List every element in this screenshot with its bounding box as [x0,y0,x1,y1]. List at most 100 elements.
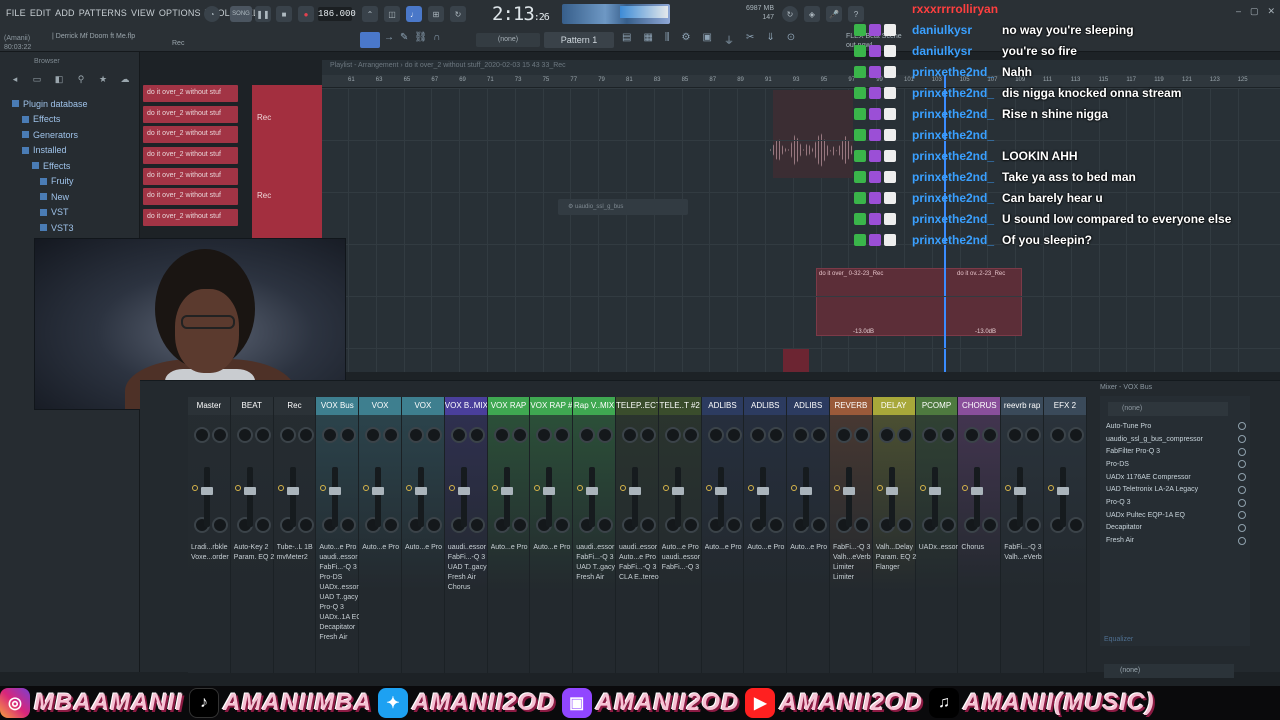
mix-knob-icon[interactable] [1238,460,1246,469]
route-toggle-icon[interactable] [320,485,327,491]
pan-knob[interactable] [707,427,724,443]
menu-view[interactable]: VIEW [131,8,155,18]
star-icon[interactable]: ★ [96,74,110,88]
pan-knob[interactable] [1068,427,1084,443]
pan-knob[interactable] [854,427,870,443]
song-mode-toggle[interactable]: SONG [230,6,252,22]
menu-patterns[interactable]: PATTERNS [79,8,127,18]
mixer-strip[interactable]: VOX B..MIX uaudi..essor FabFi...-Q 3 UAD … [444,397,488,673]
pan-knob[interactable] [554,427,571,443]
volume-fader[interactable] [671,467,684,527]
browser-item[interactable]: Installed [0,143,140,159]
mixer-strip-name[interactable]: PCOMP [915,397,958,415]
arrow-right-icon[interactable]: → [384,32,394,48]
record-button[interactable]: ● [298,6,314,22]
piano-roll-icon[interactable]: ▦ [643,32,652,48]
pan-knob[interactable] [768,427,785,443]
fader-cap[interactable] [800,487,813,495]
volume-fader[interactable] [500,467,513,527]
mixer-icon[interactable]: ⫼ [665,32,670,48]
pan-knob[interactable] [511,427,528,443]
volume-fader[interactable] [971,467,984,527]
fx-slot[interactable]: uaudio_ssl_g_bus_compressor [1106,433,1246,446]
stereo-knob[interactable] [340,517,357,533]
stereo-knob[interactable] [725,517,742,533]
pattern-clip[interactable]: do it over_2 without stuf [143,105,238,123]
stereo-knob[interactable] [768,517,785,533]
pan-knob[interactable] [322,427,339,443]
chat-username[interactable]: prinxethe2nd_ [912,233,1002,247]
metronome-button[interactable]: ⌃ [362,6,378,22]
route-toggle-icon[interactable] [662,485,669,491]
pan-knob[interactable] [212,427,228,443]
mixer-strip-name[interactable]: reevrb rap [1001,397,1043,415]
route-toggle-icon[interactable] [363,485,370,491]
stereo-knob[interactable] [511,517,528,533]
pan-knob[interactable] [640,427,656,443]
playlist-button[interactable] [360,32,380,48]
pan-knob[interactable] [340,427,357,443]
fx-slot[interactable]: Pro-DS [1106,458,1246,471]
volume-fader[interactable] [201,467,213,527]
mixer-strip-name[interactable]: REVERB [830,397,872,415]
mixer-strip-name[interactable]: EFX 2 [1044,397,1086,415]
pan-knob[interactable] [982,427,999,443]
volume-fader[interactable] [800,467,813,527]
volume-fader[interactable] [243,467,256,527]
route-toggle-icon[interactable] [791,485,798,491]
volume-fader[interactable] [843,467,855,527]
chat-username[interactable]: prinxethe2nd_ [912,191,1002,205]
plug-icon[interactable]: ⏚ [724,32,734,48]
audio-clip-rec[interactable]: do it over_ 0-32-23_Rec do it ov..2-23_R… [816,268,1022,336]
edit-icon[interactable]: ✂ [746,32,754,48]
stereo-knob[interactable] [811,517,828,533]
fader-cap[interactable] [586,487,599,495]
stereo-knob[interactable] [854,517,870,533]
fader-cap[interactable] [415,487,427,495]
route-toggle-icon[interactable] [834,485,840,491]
browser-item[interactable]: Plugin database [0,96,140,112]
mix-knob-icon[interactable] [1238,447,1246,456]
mixer-strip-name[interactable]: Rec [273,397,316,415]
mixer-strip-name[interactable]: ADLIBS [701,397,744,415]
route-toggle-icon[interactable] [491,485,498,491]
stereo-knob[interactable] [212,517,228,533]
fader-cap[interactable] [457,487,470,495]
volume-fader[interactable] [1014,467,1027,527]
mix-knob-icon[interactable] [1238,485,1246,494]
mixer-strip-name[interactable]: VOX RAP [487,397,530,415]
mix-knob-icon[interactable] [1238,498,1246,507]
mixer-strip-name[interactable]: Rap V..MIX [573,397,615,415]
menu-file[interactable]: FILE [6,8,26,18]
mixer-strip[interactable]: REVERB FabFi...-Q 3 Valh...eVerb Limiter … [830,397,873,673]
online-icon[interactable]: ◈ [804,6,820,22]
pan-knob[interactable] [793,427,810,443]
step-edit-button[interactable]: ♩ [406,6,422,22]
pan-knob[interactable] [664,427,681,443]
volume-fader[interactable] [586,467,599,527]
mixer-strip[interactable]: Rap V..MIX uaudi..essor FabFi...-Q 3 UAD … [573,397,616,673]
route-toggle-icon[interactable] [1005,485,1012,491]
route-toggle-icon[interactable] [448,485,455,491]
fx-slot[interactable]: Pro-Q 3 [1106,496,1246,509]
mixer-strip[interactable]: VOX Bus Auto...e Pro uaudi..essor FabFi..… [316,397,362,673]
pan-knob[interactable] [383,427,400,443]
mic-icon[interactable]: 🎤 [826,6,842,22]
pan-knob[interactable] [297,427,314,443]
mixer-strip-name[interactable]: TELE..T #2 [658,397,701,415]
loop-record-button[interactable]: ↻ [450,6,466,22]
chat-username[interactable]: prinxethe2nd_ [912,170,1002,184]
pan-knob[interactable] [1050,427,1066,443]
collapse-icon[interactable]: ◂ [8,74,22,88]
chat-username[interactable]: prinxethe2nd_ [912,149,1002,163]
mixer-strip[interactable]: TELE..T #2 Auto...e Pro uaudi..essor FabF… [658,397,702,673]
route-toggle-icon[interactable] [1048,485,1054,491]
stereo-knob[interactable] [597,517,614,533]
pan-knob[interactable] [365,427,382,443]
pan-knob[interactable] [468,427,485,443]
tempo-display[interactable]: 186.000 [318,7,356,21]
browser-item[interactable]: Effects [0,158,140,174]
mixer-strip[interactable]: ADLIBS Auto...e Pro [744,397,788,673]
link-icon[interactable]: ⛓ [414,32,427,48]
route-toggle-icon[interactable] [705,485,712,491]
